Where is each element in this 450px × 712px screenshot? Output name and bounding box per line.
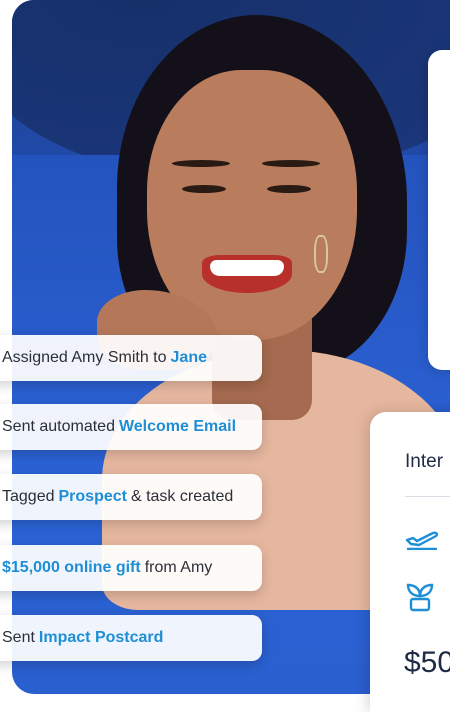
activity-text: Sent [2, 629, 35, 646]
activity-item-tagged: Tagged Prospect & task created [0, 474, 262, 520]
airplane-takeoff-icon [405, 531, 438, 550]
info-card-top [428, 50, 450, 370]
person-eye-left [182, 185, 226, 193]
activity-highlight[interactable]: Impact Postcard [39, 629, 163, 647]
person-brow-left [172, 160, 230, 167]
activity-item-assigned: Assigned Amy Smith to Jane [0, 335, 262, 381]
activity-text: Assigned Amy Smith to [2, 349, 167, 366]
person-eye-right [267, 185, 311, 193]
card-divider [405, 496, 450, 497]
person-earring [314, 235, 328, 273]
activity-highlight[interactable]: $15,000 online gift [2, 559, 141, 577]
card-amount: $50 [404, 646, 450, 679]
activity-highlight[interactable]: Jane [171, 349, 207, 367]
activity-item-email: Sent automated Welcome Email [0, 404, 262, 450]
activity-item-gift: $15,000 online gift from Amy [0, 545, 262, 591]
activity-text: Sent automated [2, 418, 115, 435]
activity-text-suffix: from Amy [144, 559, 213, 576]
activity-highlight[interactable]: Welcome Email [119, 418, 236, 436]
person-brow-right [262, 160, 320, 167]
activity-item-postcard: Sent Impact Postcard [0, 615, 262, 661]
activity-text-suffix: & task created [130, 488, 234, 505]
plant-sprout-icon [406, 583, 434, 612]
person-teeth [210, 260, 284, 276]
card-title: Inter [405, 451, 444, 472]
activity-text: Tagged [2, 488, 55, 505]
activity-highlight[interactable]: Prospect [59, 488, 127, 506]
